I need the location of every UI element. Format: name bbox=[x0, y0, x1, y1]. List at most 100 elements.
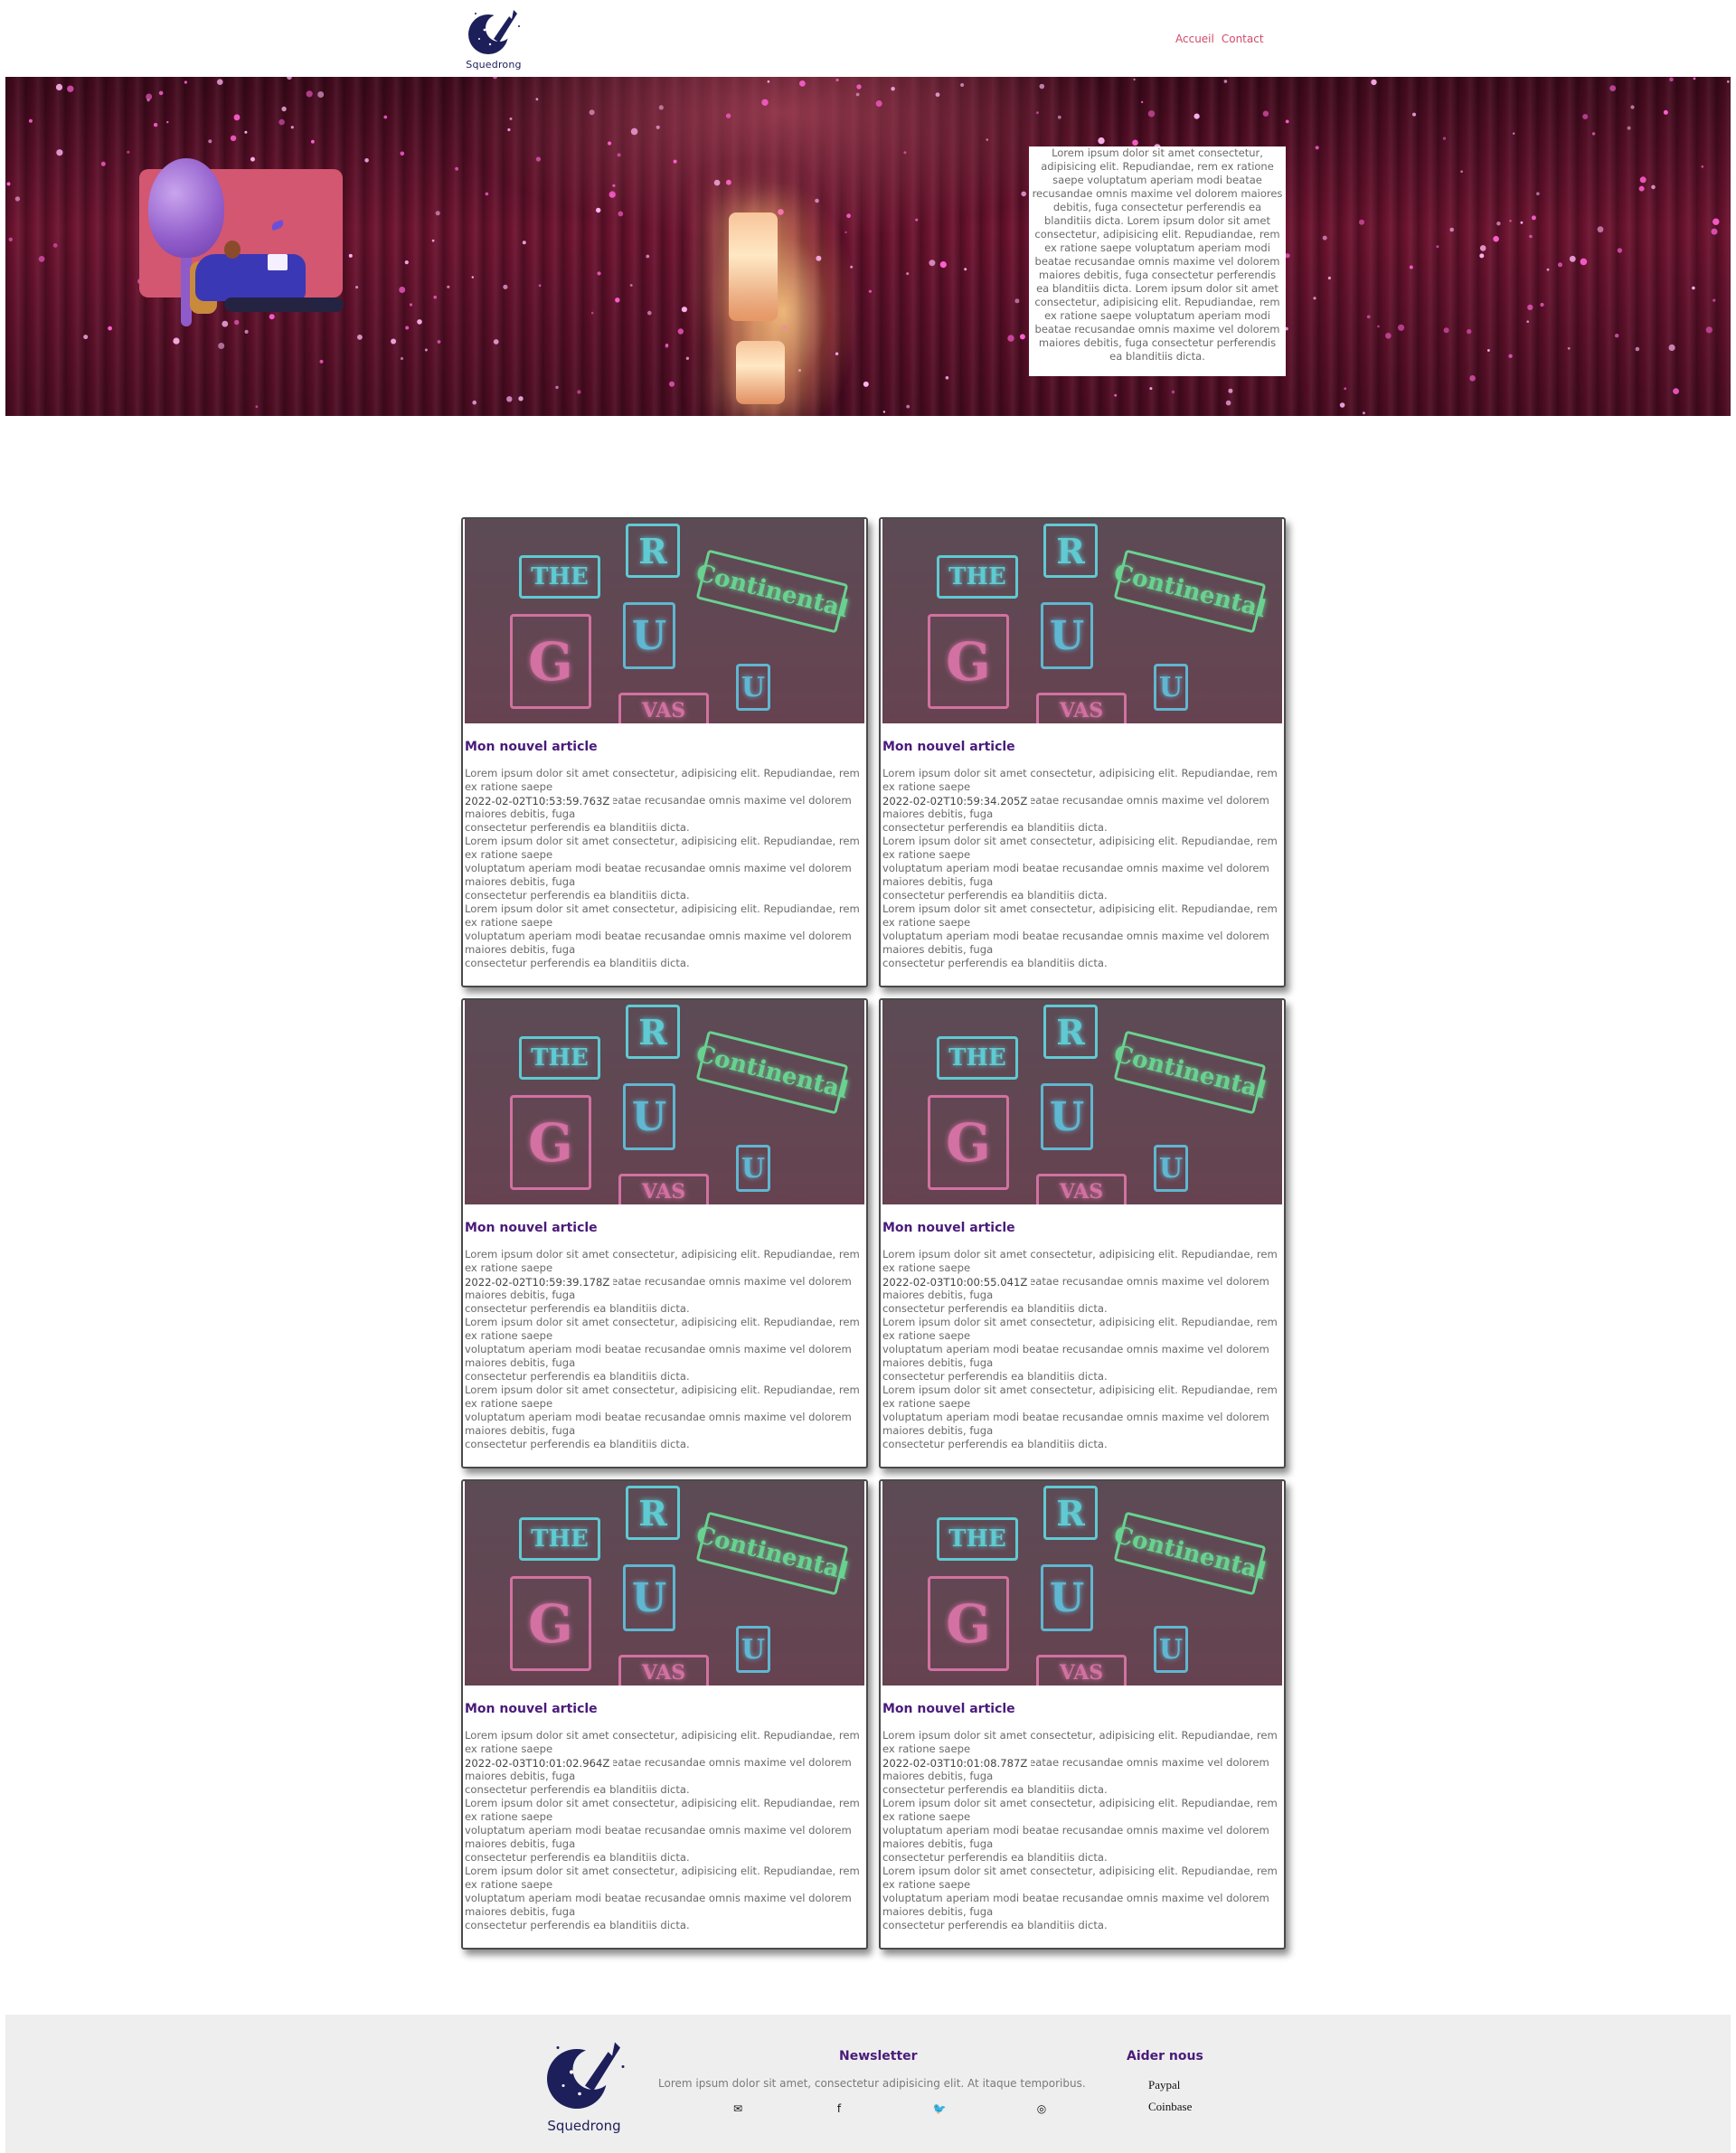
light-dot bbox=[217, 79, 223, 85]
article-image: THE R G U Continental VAS U bbox=[882, 519, 1282, 723]
light-dot bbox=[1727, 80, 1730, 83]
article-title[interactable]: Mon nouvel article bbox=[465, 1221, 598, 1235]
site-logo[interactable]: Squedrong bbox=[461, 5, 526, 73]
person-head bbox=[224, 241, 241, 259]
light-dot bbox=[815, 198, 819, 203]
light-dot bbox=[522, 241, 526, 245]
light-dot bbox=[1366, 315, 1371, 319]
light-dot bbox=[1223, 80, 1228, 83]
light-dot bbox=[891, 87, 895, 91]
light-dot bbox=[577, 390, 581, 394]
article-card[interactable]: THE R G U Continental VAS U Mon nouvel article L… bbox=[879, 998, 1286, 1468]
light-dot bbox=[1597, 226, 1604, 233]
light-dot bbox=[1567, 346, 1571, 350]
neon-sign: Continental bbox=[1111, 1030, 1269, 1115]
light-dot bbox=[1057, 115, 1061, 119]
neon-sign: VAS bbox=[618, 1174, 709, 1204]
article-image: THE R G U Continental VAS U bbox=[465, 519, 864, 723]
light-dot bbox=[1609, 85, 1617, 91]
neon-sign: THE bbox=[937, 1517, 1018, 1561]
light-dot bbox=[1546, 268, 1550, 271]
light-dot bbox=[589, 109, 595, 116]
light-dot bbox=[677, 328, 684, 335]
neon-sign: U bbox=[1154, 1626, 1188, 1673]
nav-link-accueil[interactable]: Accueil bbox=[1175, 33, 1214, 45]
article-title[interactable]: Mon nouvel article bbox=[465, 740, 598, 754]
article-title[interactable]: Mon nouvel article bbox=[882, 740, 1015, 754]
newsletter-text: Lorem ipsum dolor sit amet, consectetur … bbox=[658, 2077, 1086, 2090]
reading-person-illustration bbox=[134, 153, 346, 338]
article-card[interactable]: THE R G U Continental VAS U Mon nouvel article L… bbox=[461, 998, 868, 1468]
light-dot bbox=[835, 78, 839, 82]
facebook-icon[interactable]: f bbox=[832, 2102, 846, 2117]
neon-sign: VAS bbox=[1036, 1655, 1127, 1686]
neon-sign: U bbox=[623, 1564, 675, 1631]
neon-sign: G bbox=[510, 1576, 591, 1671]
light-dot bbox=[855, 92, 860, 97]
article-card[interactable]: THE R G U Continental VAS U Mon nouvel article L… bbox=[461, 1479, 868, 1950]
light-dot bbox=[146, 93, 153, 100]
neon-sign: G bbox=[928, 614, 1009, 709]
light-dot bbox=[1007, 335, 1014, 342]
article-card[interactable]: THE R G U Continental VAS U Mon nouvel article L… bbox=[879, 1479, 1286, 1950]
light-dot bbox=[1436, 245, 1439, 249]
light-dot bbox=[493, 77, 497, 80]
paypal-link[interactable]: Paypal bbox=[1148, 2078, 1180, 2092]
light-dot bbox=[1668, 344, 1675, 352]
light-dot bbox=[281, 106, 287, 112]
light-dot bbox=[218, 343, 225, 349]
light-dot bbox=[472, 400, 476, 405]
twitter-icon[interactable]: 🐦 bbox=[932, 2102, 947, 2117]
light-dot bbox=[647, 310, 652, 316]
light-dot bbox=[28, 118, 33, 123]
envelope-icon[interactable]: ✉ bbox=[731, 2102, 745, 2117]
article-card[interactable]: THE R G U Continental VAS U Mon nouvel article L… bbox=[879, 517, 1286, 987]
light-dot bbox=[1133, 78, 1136, 81]
light-dot bbox=[685, 356, 690, 360]
neon-sign: U bbox=[1041, 602, 1093, 669]
light-dot bbox=[646, 254, 650, 259]
light-dot bbox=[1114, 393, 1118, 397]
neon-sign: R bbox=[1043, 1005, 1098, 1059]
nav-link-contact[interactable]: Contact bbox=[1222, 33, 1264, 45]
light-dot bbox=[55, 83, 63, 90]
light-dot bbox=[673, 159, 677, 164]
light-dot bbox=[404, 260, 409, 265]
article-card[interactable]: THE R G U Continental VAS U Mon nouvel article L… bbox=[461, 517, 868, 987]
article-title[interactable]: Mon nouvel article bbox=[882, 1221, 1015, 1235]
light-dot bbox=[915, 218, 919, 222]
light-dot bbox=[1638, 185, 1645, 192]
neon-sign: U bbox=[623, 602, 675, 669]
light-dot bbox=[173, 337, 180, 345]
footer-logo[interactable]: Squedrong bbox=[533, 2033, 635, 2137]
rocket-moon-logo-icon bbox=[547, 2042, 625, 2109]
light-dot bbox=[1513, 132, 1515, 135]
help-title: Aider nous bbox=[1127, 2049, 1203, 2063]
light-dot bbox=[1344, 387, 1347, 391]
hero-text-box: Lorem ipsum dolor sit amet consectetur, … bbox=[1029, 146, 1286, 376]
neon-sign: U bbox=[1154, 1145, 1188, 1192]
light-dot bbox=[433, 295, 438, 299]
light-dot bbox=[939, 261, 947, 269]
light-dot bbox=[518, 396, 524, 401]
article-title[interactable]: Mon nouvel article bbox=[882, 1702, 1015, 1716]
instagram-icon[interactable]: ◎ bbox=[1034, 2102, 1049, 2117]
light-dot bbox=[278, 118, 285, 126]
footer-logo-text: Squedrong bbox=[547, 2118, 621, 2134]
article-title[interactable]: Mon nouvel article bbox=[465, 1702, 598, 1716]
neon-sign: Continental bbox=[693, 1511, 851, 1596]
light-dot bbox=[1132, 139, 1138, 146]
light-dot bbox=[863, 381, 869, 387]
light-dot bbox=[1385, 333, 1392, 339]
light-dot bbox=[945, 376, 949, 380]
light-dot bbox=[1493, 235, 1499, 242]
light-dot bbox=[725, 113, 731, 118]
light-dot bbox=[52, 243, 58, 248]
light-dot bbox=[391, 338, 397, 345]
light-dot bbox=[1651, 184, 1656, 190]
coinbase-link[interactable]: Coinbase bbox=[1148, 2100, 1192, 2114]
article-date: 2022-02-03T10:00:55.041Z bbox=[882, 1276, 1032, 1289]
light-dot bbox=[400, 356, 404, 361]
light-dot bbox=[509, 117, 513, 120]
light-dot bbox=[348, 253, 353, 258]
